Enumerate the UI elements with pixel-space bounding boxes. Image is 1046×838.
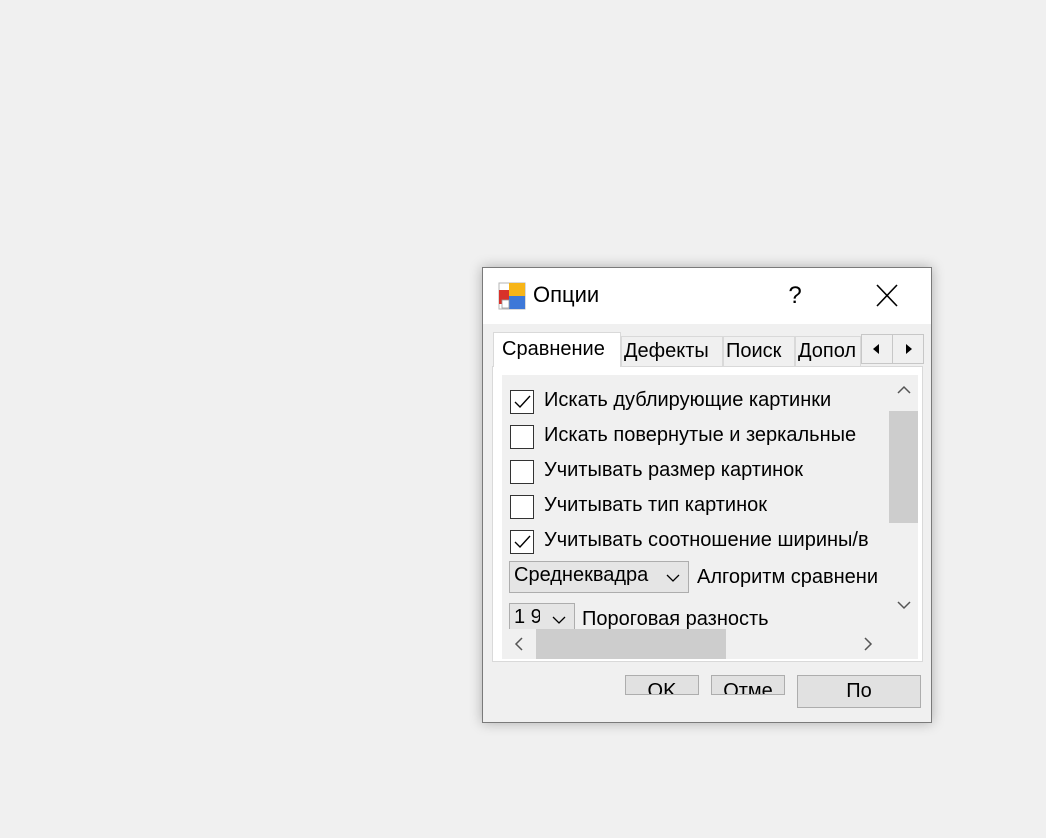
chevron-down-icon — [552, 616, 566, 624]
chevron-down-icon — [666, 574, 680, 582]
chevron-left-icon[interactable] — [511, 636, 527, 652]
triangle-right-icon — [906, 344, 912, 354]
option-row[interactable]: Учитывать соотношение ширины/в — [502, 527, 888, 557]
title-bar[interactable]: Опции ? — [483, 268, 931, 324]
options-scroll-area[interactable]: Искать дублирующие картинки Искать повер… — [502, 375, 918, 659]
tab-scroll-left-button[interactable] — [861, 334, 893, 364]
triangle-left-icon — [873, 344, 879, 354]
tab-scroll-right-button[interactable] — [892, 334, 924, 364]
scroll-corner — [888, 629, 918, 659]
dialog-title: Опции — [533, 282, 600, 307]
vertical-scrollbar[interactable] — [888, 375, 918, 629]
cancel-button[interactable]: Отме — [711, 675, 785, 695]
close-button[interactable] — [867, 278, 907, 314]
option-label: Искать повернутые и зеркальные — [544, 424, 857, 446]
algorithm-value: Среднеквадра — [514, 564, 649, 586]
apply-button[interactable]: По — [797, 675, 921, 708]
tab-search[interactable]: Поиск — [723, 336, 795, 366]
option-label: Учитывать тип картинок — [544, 494, 768, 516]
options-list: Искать дублирующие картинки Искать повер… — [502, 375, 888, 629]
option-row[interactable]: Искать дублирующие картинки — [502, 387, 888, 417]
chevron-right-icon[interactable] — [860, 636, 876, 652]
algorithm-select[interactable]: Среднеквадра — [509, 561, 689, 593]
tab-defects[interactable]: Дефекты — [621, 336, 723, 366]
checkmark-icon — [514, 535, 531, 549]
horizontal-scrollbar-thumb[interactable] — [536, 629, 726, 659]
option-label: Учитывать соотношение ширины/в — [544, 529, 869, 551]
checkbox-consider-ratio[interactable] — [510, 530, 534, 554]
algorithm-row: Среднеквадра Алгоритм сравнени — [502, 561, 888, 595]
threshold-select[interactable]: 1 9 — [509, 603, 575, 629]
vertical-scrollbar-thumb[interactable] — [889, 411, 918, 523]
option-row[interactable]: Учитывать тип картинок — [502, 492, 888, 522]
help-button[interactable]: ? — [775, 278, 815, 314]
checkmark-icon — [514, 395, 531, 409]
ok-button[interactable]: OK — [625, 675, 699, 695]
option-label: Искать дублирующие картинки — [544, 389, 832, 411]
chevron-up-icon[interactable] — [896, 382, 912, 398]
tab-additional[interactable]: Допол — [795, 336, 861, 366]
checkbox-consider-type[interactable] — [510, 495, 534, 519]
checkbox-consider-size[interactable] — [510, 460, 534, 484]
tab-strip: Сравнение Дефекты Поиск Допол — [493, 332, 924, 367]
algorithm-label: Алгоритм сравнени — [697, 566, 879, 588]
threshold-value: 1 9 — [514, 606, 540, 628]
option-row[interactable]: Искать повернутые и зеркальные — [502, 422, 888, 452]
threshold-row: 1 9 Пороговая разность — [502, 603, 888, 629]
checkbox-find-duplicates[interactable] — [510, 390, 534, 414]
checkbox-find-rotated[interactable] — [510, 425, 534, 449]
chevron-down-icon[interactable] — [896, 597, 912, 613]
tab-comparison[interactable]: Сравнение — [493, 332, 621, 367]
option-label: Учитывать размер картинок — [544, 459, 804, 481]
comparison-tab-panel: Искать дублирующие картинки Искать повер… — [492, 366, 923, 662]
options-dialog: Опции ? Сравнение Дефекты Поиск Допол Ис… — [482, 267, 932, 723]
app-colored-squares-icon — [498, 282, 526, 310]
threshold-label: Пороговая разность — [582, 608, 769, 629]
close-icon — [876, 284, 898, 307]
horizontal-scrollbar[interactable] — [502, 629, 888, 659]
option-row[interactable]: Учитывать размер картинок — [502, 457, 888, 487]
